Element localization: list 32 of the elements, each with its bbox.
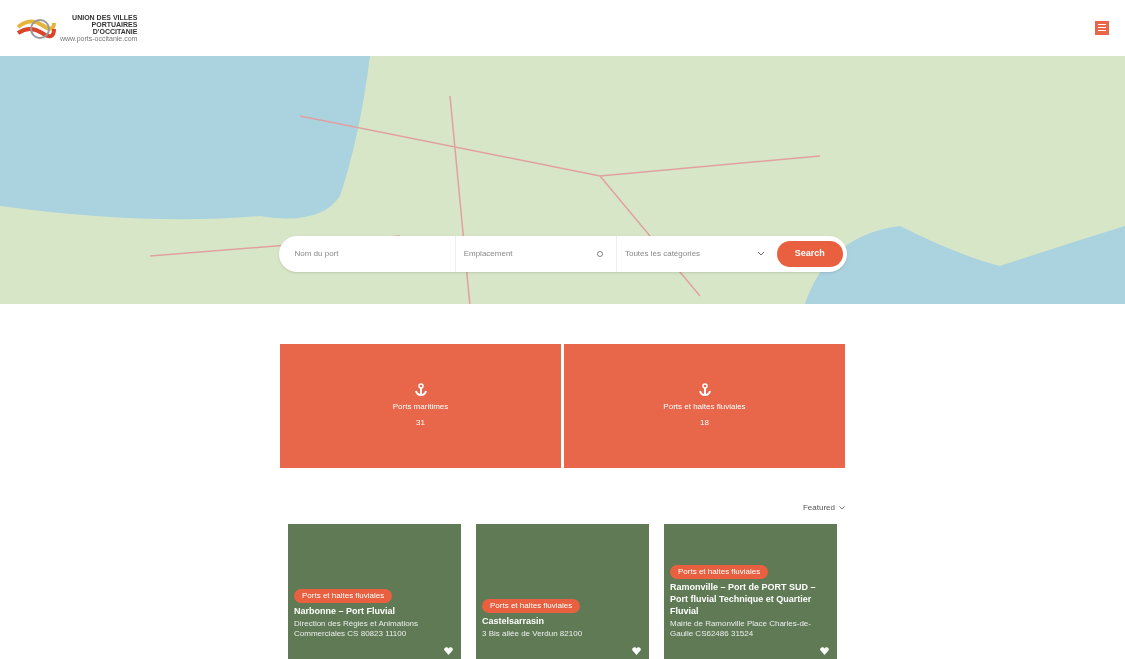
chevron-down-icon <box>839 506 845 510</box>
category-select[interactable]: Toutes les catégories <box>616 248 758 260</box>
category-label: Ports et haltes fluviales <box>663 401 746 413</box>
listing-address: Direction des Régies et Animations Commerciales CS 80823 11100 <box>294 619 420 639</box>
category-badge: Ports et haltes fluviales <box>294 589 393 603</box>
listing-address: Mairie de Ramonville Place Charles-de-Gaulle CS62486 31524 <box>670 619 812 639</box>
heart-icon[interactable] <box>444 647 453 655</box>
listing-card[interactable]: Ports et haltes fluviales Narbonne – Port Fluvial Direction des Régies et Animations Commerciales CS 80823 11100 <box>288 524 461 659</box>
anchor-icon <box>413 383 428 397</box>
menu-button[interactable] <box>1095 20 1109 35</box>
category-tile[interactable]: Ports et haltes fluviales 18 <box>564 344 845 468</box>
listing-title: Castelsarrasin <box>482 615 545 627</box>
listing-address: 3 Bis allée de Verdun 82100 <box>482 629 583 639</box>
category-badge: Ports et haltes fluviales <box>670 565 769 579</box>
category-label: Ports maritimes <box>392 401 449 413</box>
sort-dropdown[interactable]: Featured <box>802 502 845 514</box>
location-field[interactable]: Emplacement <box>455 248 596 260</box>
port-name-field[interactable]: Nom du port <box>286 248 455 260</box>
listing-title: Narbonne – Port Fluvial <box>294 605 396 617</box>
heart-icon[interactable] <box>632 647 641 655</box>
category-count: 18 <box>700 417 709 429</box>
listing-card[interactable]: Ports et haltes fluviales Castelsarrasin 3 Bis allée de Verdun 82100 <box>476 524 649 659</box>
anchor-icon <box>697 383 712 397</box>
location-icon <box>595 250 604 258</box>
listing-card[interactable]: Ports et haltes fluviales Ramonville – Port de PORT SUD – Port fluvial Technique et Quartier Fluvial Mairie de Ramonville Place Charles-de-Gaulle CS62486 31524 <box>664 524 837 659</box>
category-count: 31 <box>416 417 425 429</box>
category-badge: Ports et haltes fluviales <box>482 599 581 613</box>
chevron-down-icon <box>757 251 766 257</box>
category-tile[interactable]: Ports maritimes 31 <box>280 344 561 468</box>
listing-title: Ramonville – Port de PORT SUD – Port fluvial Technique et Quartier Fluvial <box>670 581 817 617</box>
heart-icon[interactable] <box>820 647 829 655</box>
search-button[interactable]: Search <box>777 241 843 267</box>
